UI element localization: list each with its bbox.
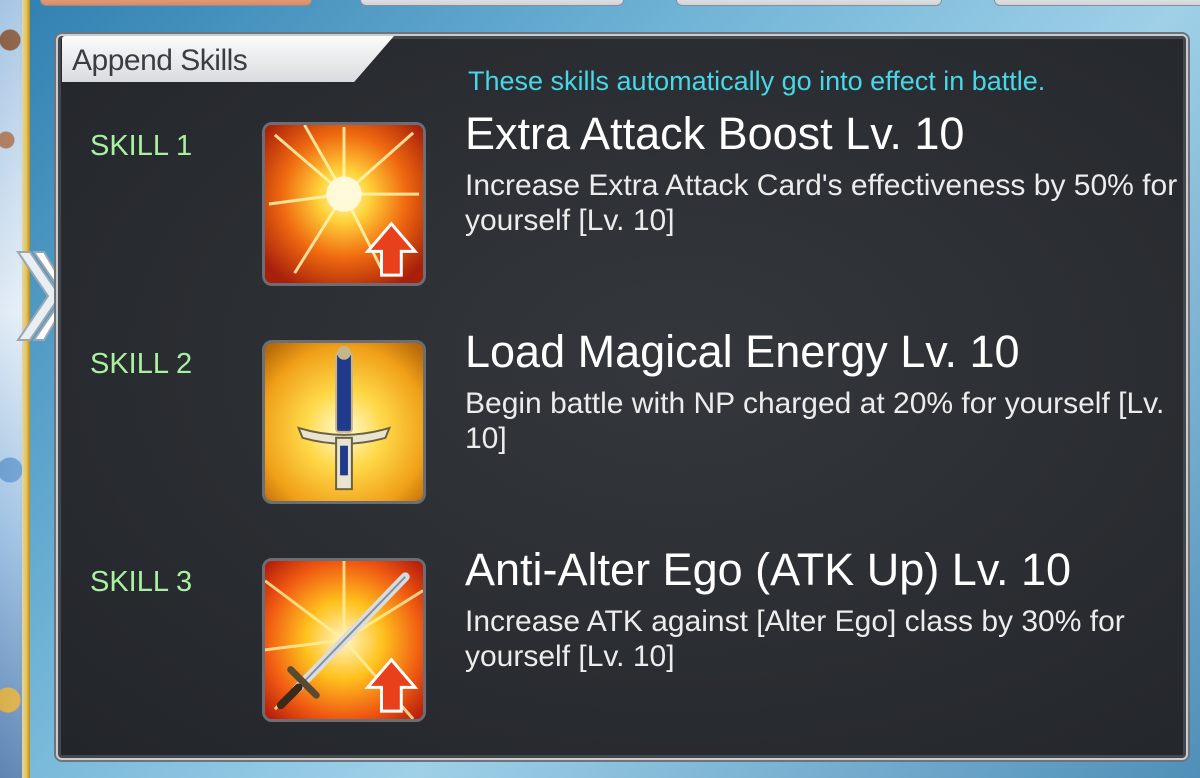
top-tab-2[interactable]: [360, 0, 624, 6]
left-character-art: [0, 0, 22, 778]
skill-description: Begin battle with NP charged at 20% for …: [465, 387, 1165, 455]
panel-title: Append Skills: [72, 44, 248, 77]
sword-np-charge-icon[interactable]: [262, 340, 426, 504]
top-tab-4[interactable]: [994, 0, 1200, 6]
sword-atk-up-icon[interactable]: [262, 558, 426, 722]
skill-name: Extra Attack Boost Lv. 10: [465, 108, 965, 159]
skill-label: SKILL 1: [90, 130, 193, 162]
skill-description: Increase ATK against [Alter Ego] class b…: [465, 605, 1125, 673]
top-tab-3[interactable]: [676, 0, 942, 6]
skill-label: SKILL 3: [90, 566, 193, 598]
skill-label: SKILL 2: [90, 348, 193, 380]
skill-name: Load Magical Energy Lv. 10: [465, 326, 1020, 377]
top-tab-1[interactable]: [40, 0, 312, 6]
extra-attack-burst-icon[interactable]: [262, 122, 426, 286]
panel-subtitle: These skills automatically go into effec…: [468, 66, 1046, 96]
skill-description: Increase Extra Attack Card's effectivene…: [465, 169, 1178, 237]
skill-name: Anti-Alter Ego (ATK Up) Lv. 10: [465, 544, 1072, 595]
